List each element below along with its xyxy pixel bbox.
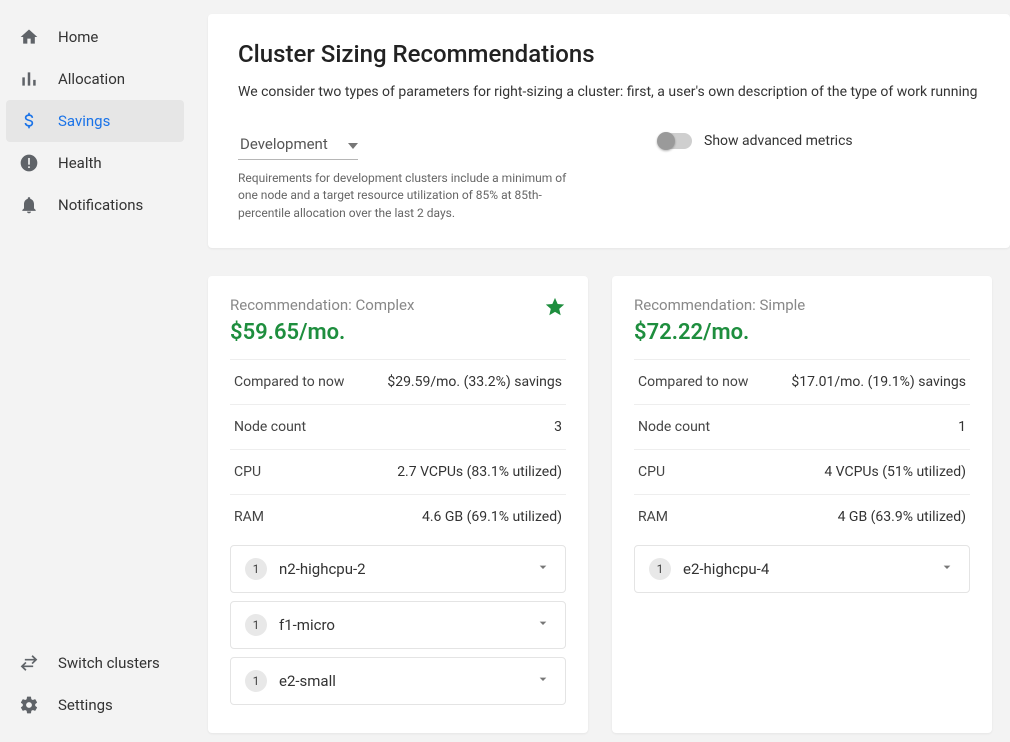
stat-row: RAM 4 GB (63.9% utilized) <box>634 494 970 539</box>
stat-row: CPU 2.7 VCPUs (83.1% utilized) <box>230 449 566 494</box>
pool-name: e2-highcpu-4 <box>683 560 769 578</box>
recommendation-price: $72.22/mo. <box>634 320 805 345</box>
stat-row: Node count 3 <box>230 404 566 449</box>
pool-name: e2-small <box>279 672 336 690</box>
stat-key: Node count <box>234 419 306 435</box>
sidebar-item-savings[interactable]: Savings <box>6 100 184 142</box>
stat-val: 2.7 VCPUs (83.1% utilized) <box>397 464 562 480</box>
sidebar: Home Allocation Savings Health Notificat… <box>0 0 190 742</box>
sidebar-item-health[interactable]: Health <box>6 142 184 184</box>
node-pool-row[interactable]: 1 e2-highcpu-4 <box>634 545 970 593</box>
node-pool-row[interactable]: 1 f1-micro <box>230 601 566 649</box>
sidebar-item-settings[interactable]: Settings <box>6 684 184 726</box>
main: Cluster Sizing Recommendations We consid… <box>190 0 1010 742</box>
stat-row: Compared to now $17.01/mo. (19.1%) savin… <box>634 359 970 404</box>
bar-chart-icon <box>18 68 40 90</box>
stat-row: Node count 1 <box>634 404 970 449</box>
sidebar-item-allocation[interactable]: Allocation <box>6 58 184 100</box>
advanced-metrics-label: Show advanced metrics <box>704 133 853 149</box>
header-panel: Cluster Sizing Recommendations We consid… <box>208 14 1010 248</box>
gear-icon <box>18 694 40 716</box>
sidebar-item-label: Switch clusters <box>58 654 160 672</box>
stat-row: CPU 4 VCPUs (51% utilized) <box>634 449 970 494</box>
star-icon <box>544 296 566 322</box>
sidebar-item-notifications[interactable]: Notifications <box>6 184 184 226</box>
pool-count: 1 <box>245 558 267 580</box>
advanced-metrics-control: Show advanced metrics <box>658 129 853 149</box>
recommendation-price: $59.65/mo. <box>230 320 414 345</box>
stat-key: Node count <box>638 419 710 435</box>
chevron-down-icon <box>348 135 358 153</box>
profile-select[interactable]: Development <box>238 129 358 160</box>
node-pool-row[interactable]: 1 e2-small <box>230 657 566 705</box>
stat-val: $29.59/mo. (33.2%) savings <box>387 374 562 390</box>
stat-key: Compared to now <box>638 374 748 390</box>
sidebar-item-label: Notifications <box>58 196 143 214</box>
sidebar-item-home[interactable]: Home <box>6 16 184 58</box>
chevron-down-icon <box>939 559 955 579</box>
recommendation-cards: Recommendation: Complex $59.65/mo. Compa… <box>208 276 1010 733</box>
sidebar-item-label: Settings <box>58 696 113 714</box>
stat-key: RAM <box>234 509 264 525</box>
recommendation-card-simple: Recommendation: Simple $72.22/mo. Compar… <box>612 276 992 733</box>
stat-key: RAM <box>638 509 668 525</box>
sidebar-item-label: Allocation <box>58 70 125 88</box>
sidebar-bottom-list: Switch clusters Settings <box>6 642 184 726</box>
stat-val: 3 <box>554 419 562 435</box>
stat-key: CPU <box>638 464 665 480</box>
alert-circle-icon <box>18 152 40 174</box>
pool-count: 1 <box>245 670 267 692</box>
pool-name: f1-micro <box>279 616 335 634</box>
node-pool-list: 1 e2-highcpu-4 <box>634 545 970 593</box>
sidebar-item-label: Home <box>58 28 98 46</box>
stat-val: 1 <box>958 419 966 435</box>
node-pool-row[interactable]: 1 n2-highcpu-2 <box>230 545 566 593</box>
controls-row: Development Requirements for development… <box>238 129 980 222</box>
stat-key: Compared to now <box>234 374 344 390</box>
chevron-down-icon <box>535 559 551 579</box>
stat-row: Compared to now $29.59/mo. (33.2%) savin… <box>230 359 566 404</box>
node-pool-list: 1 n2-highcpu-2 1 f1-micro 1 e2-small <box>230 545 566 705</box>
pool-count: 1 <box>649 558 671 580</box>
pool-name: n2-highcpu-2 <box>279 560 366 578</box>
profile-description: Requirements for development clusters in… <box>238 170 588 222</box>
sidebar-item-switch-clusters[interactable]: Switch clusters <box>6 642 184 684</box>
swap-icon <box>18 652 40 674</box>
profile-select-value: Development <box>240 135 328 153</box>
dollar-icon <box>18 110 40 132</box>
page-description: We consider two types of parameters for … <box>238 82 980 103</box>
stat-val: $17.01/mo. (19.1%) savings <box>791 374 966 390</box>
bell-icon <box>18 194 40 216</box>
home-icon <box>18 26 40 48</box>
sidebar-item-label: Savings <box>58 112 110 130</box>
recommendation-label: Recommendation: Complex <box>230 296 414 314</box>
sidebar-item-label: Health <box>58 154 102 172</box>
stat-row: RAM 4.6 GB (69.1% utilized) <box>230 494 566 539</box>
chevron-down-icon <box>535 671 551 691</box>
advanced-metrics-toggle[interactable] <box>658 133 692 149</box>
stat-key: CPU <box>234 464 261 480</box>
recommendation-card-complex: Recommendation: Complex $59.65/mo. Compa… <box>208 276 588 733</box>
page-title: Cluster Sizing Recommendations <box>238 40 980 68</box>
profile-column: Development Requirements for development… <box>238 129 588 222</box>
stat-val: 4.6 GB (69.1% utilized) <box>422 509 562 525</box>
pool-count: 1 <box>245 614 267 636</box>
chevron-down-icon <box>535 615 551 635</box>
sidebar-top-list: Home Allocation Savings Health Notificat… <box>6 16 184 226</box>
stat-val: 4 VCPUs (51% utilized) <box>824 464 966 480</box>
recommendation-label: Recommendation: Simple <box>634 296 805 314</box>
stat-val: 4 GB (63.9% utilized) <box>838 509 966 525</box>
